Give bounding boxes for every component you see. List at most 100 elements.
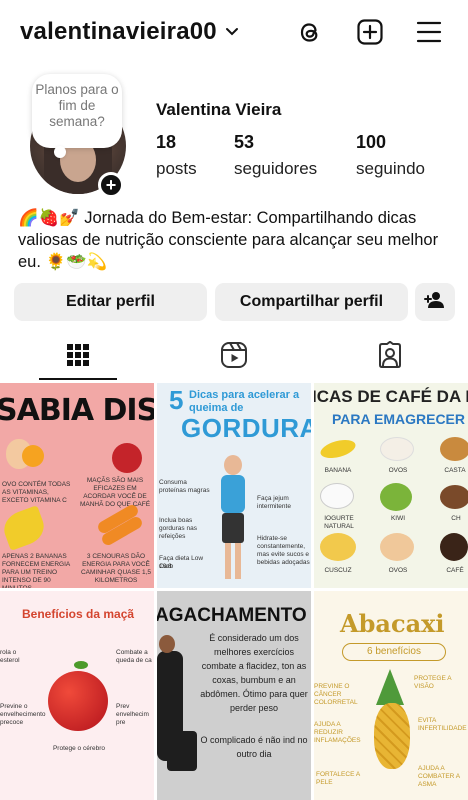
edit-profile-button[interactable]: Editar perfil <box>14 283 207 321</box>
posts-count[interactable]: 18 posts <box>156 132 197 179</box>
banana-image <box>318 436 358 462</box>
post-title: Benefícios da maçã <box>22 607 135 621</box>
tip-low-carb-ratio: 16:8 <box>159 563 172 570</box>
kiwi-image <box>380 483 412 511</box>
following-label: seguindo <box>356 159 426 178</box>
tip-fats: Inclua boas gorduras nas refeições <box>159 517 197 540</box>
post-subtitle: Dicas para acelerar a queima de <box>189 389 300 414</box>
post-body: É considerado um dos melhores exercícios… <box>200 633 308 713</box>
benefit-brain: Protege o cérebro <box>52 745 106 752</box>
following-count[interactable]: 100 seguindo <box>356 132 425 179</box>
discover-people-button[interactable] <box>415 283 455 321</box>
followers-count[interactable]: 53 seguidores <box>234 132 317 179</box>
benefit-asthma: AJUDA A COMBATER A ASMA <box>418 765 460 788</box>
apple-image <box>48 671 108 731</box>
tagged-icon <box>376 340 404 374</box>
note-bubble[interactable]: Planos para o fim de semana? <box>32 74 122 158</box>
benefit-vision: PROTEGE A VISÃO <box>414 675 452 690</box>
post-abacaxi[interactable]: Abacaxi 6 benefícios PREVINE O CÂNCER CO… <box>314 591 468 800</box>
label-kiwi: KIWI <box>390 515 406 522</box>
post-agachamento[interactable]: AGACHAMENTO É considerado um dos melhore… <box>157 591 311 800</box>
post-queima-gordura[interactable]: 5 Dicas para acelerar a queima de GORDUR… <box>157 383 311 588</box>
label-banana: BANANA <box>324 467 352 474</box>
benefit-cholesterol: rola o esterol <box>0 649 20 664</box>
pineapple-crown <box>376 669 404 705</box>
following-number: 100 <box>356 132 387 152</box>
benefit-skin: FORTALECE A PELE <box>316 771 360 786</box>
username: valentinavieira00 <box>20 18 217 45</box>
woman-head <box>224 455 242 475</box>
posts-number: 18 <box>156 132 177 152</box>
threads-icon[interactable] <box>294 16 326 48</box>
tea-image <box>440 485 468 509</box>
posts-label: posts <box>156 159 197 178</box>
cuscuz-image <box>320 533 356 561</box>
menu-icon[interactable] <box>413 16 445 48</box>
eggs-image <box>380 437 414 461</box>
benefit-infertility: EVITA INFERTILIDADE <box>418 717 467 732</box>
post-title: ICAS DE CAFÉ DA MANHÃ <box>314 387 468 406</box>
add-person-icon <box>424 291 446 314</box>
post-title: SABIA DISSO? <box>0 393 154 428</box>
apple-leaf <box>74 661 88 669</box>
chevron-down-icon <box>225 24 239 42</box>
note-text: Planos para o fim de semana? <box>35 82 119 129</box>
label-cuscuz: CUSCUZ <box>324 567 352 574</box>
apple-image <box>112 443 142 473</box>
post-title: GORDURA <box>181 413 311 443</box>
benefit-hair: Combate a queda de ca <box>116 649 152 664</box>
active-tab-indicator <box>39 378 117 380</box>
account-switcher[interactable]: valentinavieira00 <box>20 18 239 46</box>
post-cafe-da-manha[interactable]: ICAS DE CAFÉ DA MANHÃ PARA EMAGRECER BAN… <box>314 383 468 588</box>
tip-proteins: Consuma proteínas magras <box>159 479 210 494</box>
new-post-icon[interactable] <box>354 16 386 48</box>
post-subtitle: 6 benefícios <box>342 643 446 661</box>
full-name: Valentina Vieira <box>156 100 282 119</box>
yogurt-image <box>320 483 354 509</box>
fact-apple: MAÇÃS SÃO MAIS EFICAZES EM ACORDAR VOCÊ … <box>79 477 151 508</box>
benefit-aging: Previne o envelhecimento precoce <box>0 703 46 726</box>
followers-label: seguidores <box>234 159 318 178</box>
tab-posts-grid[interactable] <box>0 334 156 380</box>
post-title: Abacaxi <box>340 609 445 638</box>
avatar-area: Planos para o fim de semana? + <box>28 74 128 198</box>
posts-grid: SABIA DISSO? OVO CONTÉM TODAS AS VITAMIN… <box>0 383 468 800</box>
tab-reels[interactable] <box>156 334 312 380</box>
tab-tagged[interactable] <box>312 334 468 380</box>
woman-leg-right <box>235 543 241 579</box>
woman-top <box>221 475 245 513</box>
egg-yolk-image <box>22 445 44 467</box>
bio: 🌈🍓💅 Jornada do Bem-estar: Compartilhando… <box>18 209 439 271</box>
post-number: 5 <box>169 385 184 415</box>
post-footer: O complicado é não ind no outro dia <box>200 735 308 759</box>
eggs-image-2 <box>380 533 414 561</box>
fact-banana: APENAS 2 BANANAS FORNECEM ENERGIA PARA U… <box>2 553 70 588</box>
label-nuts: CASTA <box>444 467 466 474</box>
label-coffee: CAFÉ <box>446 567 464 574</box>
post-subtitle: PARA EMAGRECER <box>332 411 466 427</box>
post-sabia-disso[interactable]: SABIA DISSO? OVO CONTÉM TODAS AS VITAMIN… <box>0 383 154 588</box>
profile-tabs <box>0 334 468 380</box>
coffee-image <box>440 533 468 561</box>
fact-carrot: 3 CENOURAS DÃO ENERGIA PARA VOCÊ CAMINHA… <box>80 553 152 584</box>
tip-hydrate: Hidrate-se constantemente, mas evite suc… <box>257 535 310 566</box>
label-eggs: OVOS <box>388 467 408 474</box>
add-story-button[interactable]: + <box>98 172 124 198</box>
benefit-inflammation: AJUDA A REDUZIR INFLAMAÇÕES <box>314 721 361 744</box>
plus-icon: + <box>105 175 117 195</box>
nuts-image <box>440 437 468 461</box>
label-yogurt: IOGURTE NATURAL <box>324 515 354 530</box>
fact-egg: OVO CONTÉM TODAS AS VITAMINAS, EXCETO VI… <box>2 481 71 504</box>
woman-legs <box>167 731 197 771</box>
woman-leg-left <box>225 543 231 579</box>
post-title: AGACHAMENTO <box>157 605 307 626</box>
share-profile-button[interactable]: Compartilhar perfil <box>215 283 408 321</box>
pineapple-image <box>374 703 410 769</box>
post-beneficios-maca[interactable]: Benefícios da maçã rola o esterol Combat… <box>0 591 154 800</box>
label-tea: CH <box>451 515 461 522</box>
label-eggs-2: OVOS <box>388 567 408 574</box>
benefit-prevents: Prev envelhecim pre <box>116 703 149 726</box>
benefit-cancer: PREVINE O CÂNCER COLORRETAL <box>314 683 358 706</box>
followers-number: 53 <box>234 132 255 152</box>
top-bar: valentinavieira00 <box>0 0 468 70</box>
